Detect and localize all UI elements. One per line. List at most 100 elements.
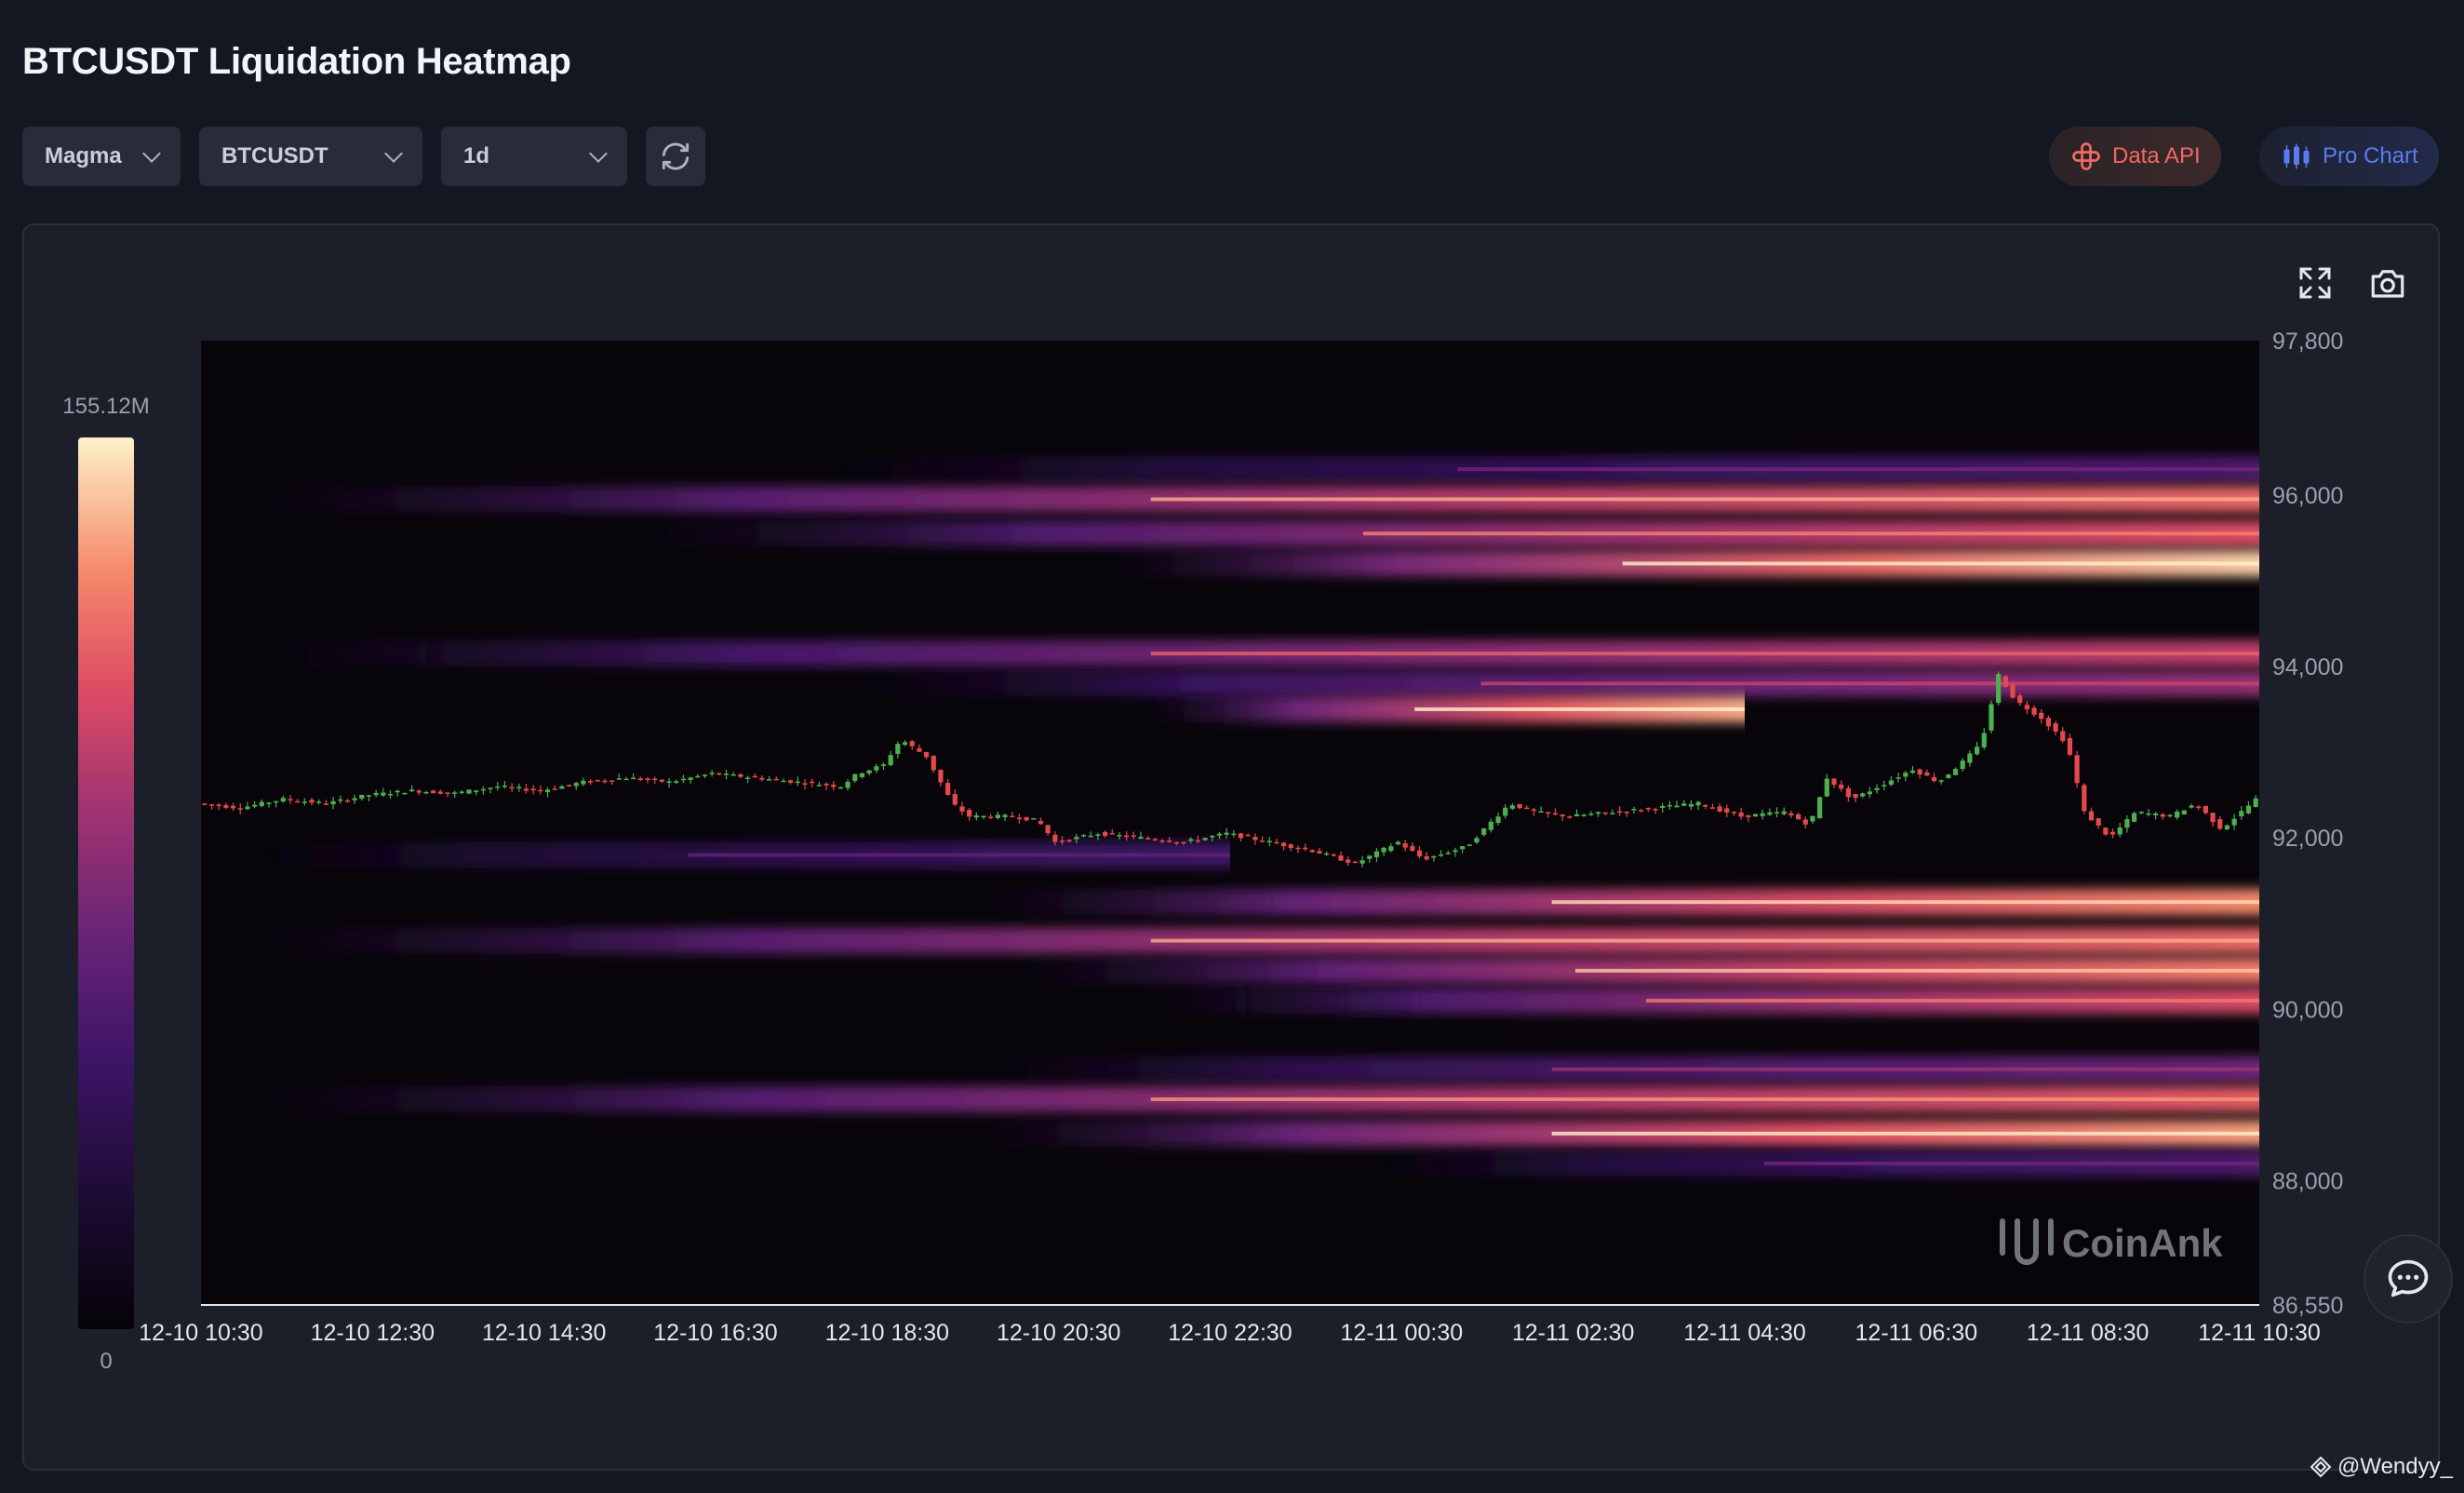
candle-body bbox=[2096, 818, 2101, 826]
candle-body bbox=[523, 788, 529, 791]
candle-body bbox=[2160, 814, 2165, 817]
candle-body bbox=[1524, 807, 1530, 810]
candle-body bbox=[880, 764, 887, 766]
candle-body bbox=[674, 781, 679, 784]
candle-body bbox=[1438, 854, 1444, 856]
chat-button[interactable] bbox=[2364, 1234, 2453, 1324]
heatmap-band-core bbox=[1551, 1067, 2259, 1071]
candle-body bbox=[680, 778, 687, 781]
candle-body bbox=[1388, 846, 1394, 852]
candle-body bbox=[1224, 832, 1229, 835]
candle-body bbox=[1317, 851, 1322, 854]
candle-body bbox=[1346, 859, 1351, 863]
candle-body bbox=[1595, 812, 1601, 814]
candle-body bbox=[309, 800, 315, 803]
candle-body bbox=[1080, 835, 1087, 837]
candle-body bbox=[1903, 773, 1908, 777]
candle-body bbox=[759, 777, 765, 780]
heatmap-band-core bbox=[1574, 968, 2259, 973]
candle-body bbox=[338, 799, 343, 801]
candle-body bbox=[2153, 813, 2159, 815]
candle-body bbox=[1010, 815, 1015, 818]
candle-body bbox=[1874, 787, 1880, 790]
candle-body bbox=[1059, 841, 1065, 842]
candle-body bbox=[2231, 818, 2237, 826]
candle-body bbox=[466, 789, 472, 794]
x-tick-label: 12-11 10:30 bbox=[2198, 1320, 2321, 1346]
candle-body bbox=[609, 780, 615, 783]
candle-body bbox=[2217, 818, 2223, 829]
candle-body bbox=[781, 780, 786, 783]
candle-body bbox=[1181, 841, 1186, 844]
candle-body bbox=[1581, 814, 1587, 816]
candle-body bbox=[2074, 755, 2080, 784]
candle-body bbox=[1324, 853, 1330, 855]
candle-body bbox=[366, 795, 372, 797]
y-tick-label: 96,000 bbox=[2272, 483, 2343, 509]
coinank-wordmark: CoinAnk bbox=[2062, 1221, 2223, 1265]
candle-body bbox=[2060, 731, 2066, 741]
candle-body bbox=[1952, 769, 1959, 775]
candle-body bbox=[1038, 820, 1044, 825]
candle-body bbox=[2189, 805, 2194, 808]
candle-body bbox=[1860, 793, 1866, 797]
candle-body bbox=[1031, 818, 1037, 820]
candle-body bbox=[1424, 855, 1429, 860]
candle-body bbox=[695, 775, 701, 778]
candle-body bbox=[1352, 861, 1359, 864]
candle-body bbox=[623, 778, 629, 781]
candle-body bbox=[1831, 778, 1837, 786]
candle-body bbox=[2239, 811, 2244, 817]
candle-body bbox=[2024, 705, 2029, 710]
x-tick-label: 12-11 04:30 bbox=[1683, 1320, 1806, 1346]
candle-body bbox=[1853, 794, 1858, 799]
credit-watermark: @Wendyy_ bbox=[2310, 1454, 2453, 1480]
candle-body bbox=[952, 794, 957, 805]
candle-body bbox=[874, 766, 879, 771]
candle-body bbox=[1088, 835, 1093, 838]
candle-body bbox=[2017, 695, 2023, 704]
candle-body bbox=[595, 780, 600, 782]
candle-body bbox=[288, 799, 293, 800]
candle-body bbox=[1888, 780, 1895, 786]
candle-body bbox=[1681, 803, 1687, 806]
candle-body bbox=[1281, 842, 1287, 847]
candle-body bbox=[452, 792, 458, 794]
candle-body bbox=[1331, 854, 1336, 856]
candle-body bbox=[1410, 845, 1415, 852]
candle-body bbox=[1645, 808, 1651, 810]
candle-body bbox=[1931, 776, 1937, 782]
candle-body bbox=[316, 801, 322, 803]
candle-body bbox=[2031, 707, 2037, 715]
candle-body bbox=[1416, 850, 1423, 857]
candle-body bbox=[423, 791, 429, 794]
candle-body bbox=[1117, 835, 1122, 837]
candle-body bbox=[666, 781, 672, 783]
candle-body bbox=[274, 800, 279, 803]
candle-body bbox=[1210, 836, 1215, 838]
candle-body bbox=[1509, 805, 1515, 809]
candle-body bbox=[988, 816, 994, 819]
candle-body bbox=[1960, 760, 1965, 770]
candle-body bbox=[1975, 746, 1980, 755]
candle-body bbox=[1967, 753, 1973, 763]
candle-body bbox=[2131, 813, 2137, 822]
candle-body bbox=[538, 789, 543, 792]
candle-body bbox=[1266, 841, 1272, 842]
candle-body bbox=[1938, 780, 1944, 782]
candle-body bbox=[1481, 827, 1487, 835]
candle-body bbox=[1531, 809, 1537, 812]
candle-body bbox=[1867, 791, 1873, 795]
candle-body bbox=[1138, 837, 1144, 840]
candle-body bbox=[2039, 712, 2044, 720]
candle-body bbox=[208, 804, 215, 806]
candle-body bbox=[2053, 723, 2058, 733]
candle-body bbox=[1717, 806, 1722, 812]
candle-body bbox=[1738, 812, 1744, 817]
candle-body bbox=[1024, 816, 1029, 821]
candle-body bbox=[845, 782, 850, 788]
candle-body bbox=[1295, 847, 1301, 850]
candle-body bbox=[938, 769, 944, 783]
candle-body bbox=[831, 784, 837, 787]
candle-body bbox=[2196, 806, 2202, 809]
